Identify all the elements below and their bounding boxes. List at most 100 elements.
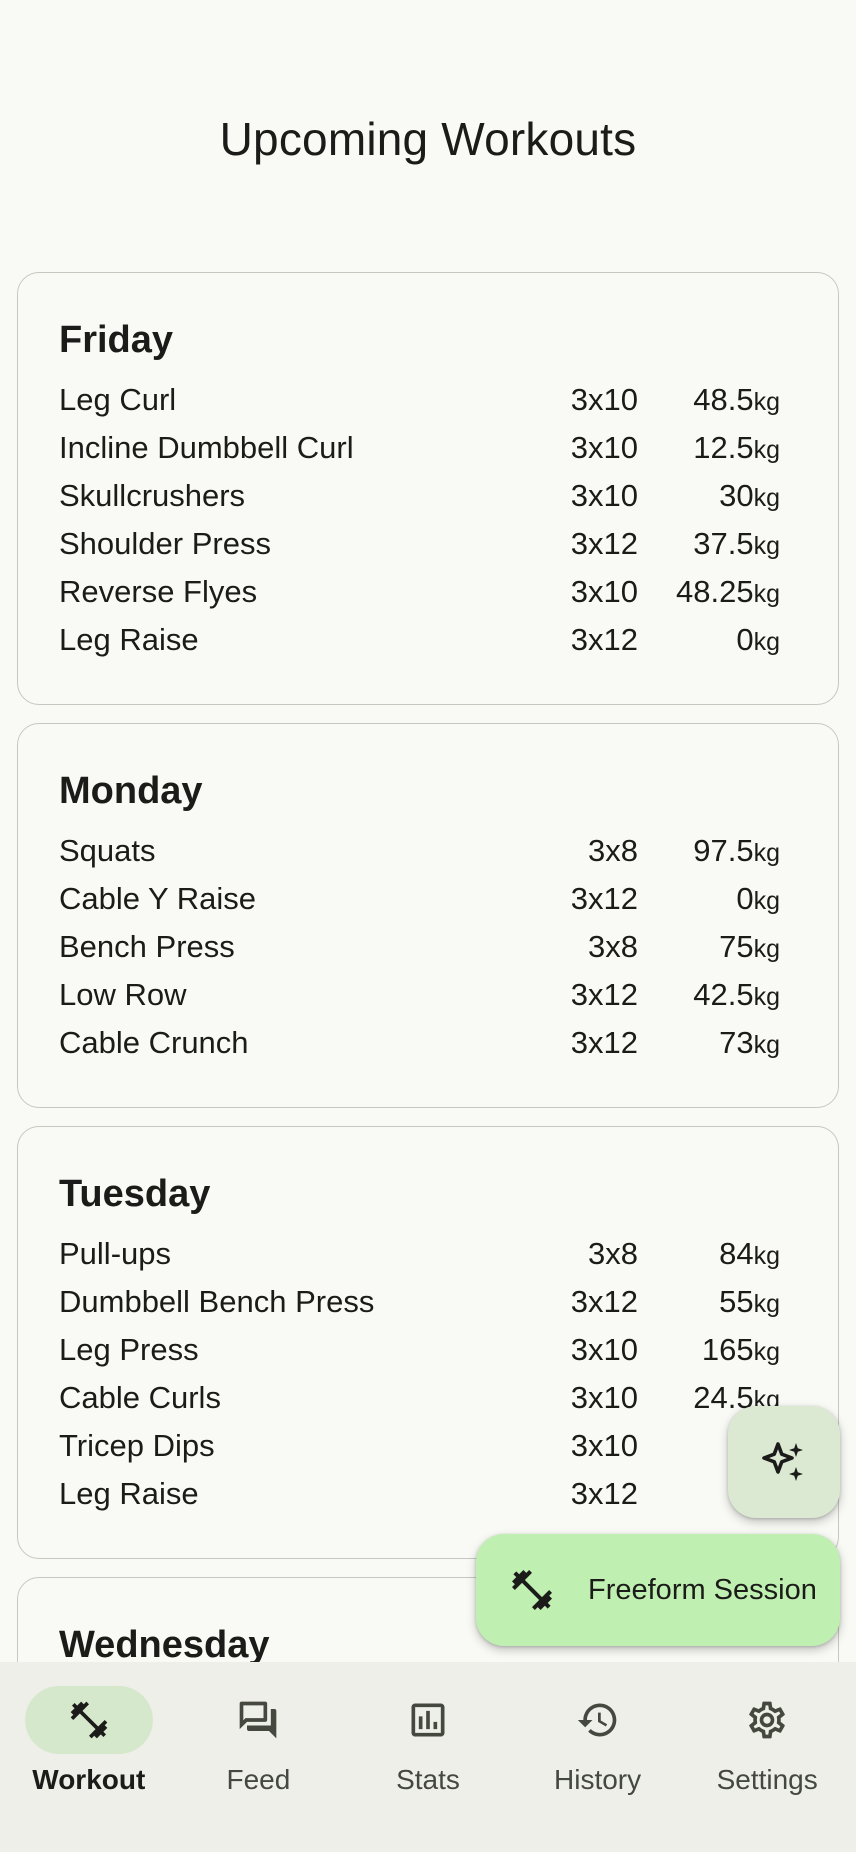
weight-unit: kg bbox=[753, 1290, 780, 1318]
exercise-sets: 3x8 bbox=[588, 833, 638, 868]
forum-icon bbox=[236, 1698, 280, 1742]
weight-unit: kg bbox=[753, 532, 780, 560]
exercise-name: Leg Press bbox=[59, 1332, 199, 1367]
weight-unit: kg bbox=[753, 839, 780, 867]
exercise-name: Squats bbox=[59, 833, 156, 868]
weight-unit: kg bbox=[753, 1031, 780, 1059]
exercise-weight: 0 bbox=[736, 622, 754, 657]
workout-day-title: Tuesday bbox=[59, 1173, 211, 1215]
exercise-weight-cell: 0kg bbox=[638, 881, 780, 917]
sparkle-icon bbox=[760, 1438, 808, 1486]
exercise-weight: 30 bbox=[719, 478, 754, 513]
exercise-row: Cable Crunch 3x12 73kg bbox=[59, 1025, 780, 1073]
workout-day-title: Monday bbox=[59, 770, 203, 812]
exercise-weight-cell: 97.5kg bbox=[638, 833, 780, 869]
freeform-session-button[interactable]: Freeform Session bbox=[476, 1534, 840, 1646]
nav-item-history[interactable]: History bbox=[513, 1662, 683, 1852]
exercise-name: Skullcrushers bbox=[59, 478, 246, 513]
exercise-weight-cell: 42.5kg bbox=[638, 977, 780, 1013]
exercise-row: Squats 3x8 97.5kg bbox=[59, 833, 780, 881]
exercise-name: Bench Press bbox=[59, 929, 235, 964]
page-title: Upcoming Workouts bbox=[219, 113, 637, 165]
exercise-name: Cable Curls bbox=[59, 1380, 221, 1415]
nav-icon-container bbox=[194, 1686, 322, 1754]
nav-label-settings: Settings bbox=[716, 1764, 818, 1795]
weight-unit: kg bbox=[753, 1242, 780, 1270]
workout-card[interactable]: Monday Squats 3x8 97.5kg Cable Y Raise 3x12 0k… bbox=[17, 723, 839, 1108]
exercise-row: Reverse Flyes 3x10 48.25kg bbox=[59, 574, 780, 622]
exercise-weight-cell: 73kg bbox=[638, 1025, 780, 1061]
exercise-weight: 55 bbox=[719, 1284, 754, 1319]
exercise-sets: 3x10 bbox=[570, 574, 638, 609]
exercise-sets: 3x8 bbox=[588, 1236, 638, 1271]
exercise-weight-cell: 48.5kg bbox=[638, 382, 780, 418]
weight-unit: kg bbox=[753, 436, 780, 464]
exercise-row: Leg Raise3x120kg bbox=[59, 1476, 780, 1524]
exercise-name: Shoulder Press bbox=[59, 526, 271, 561]
ai-assistant-button[interactable] bbox=[728, 1406, 840, 1518]
exercise-row: Leg Raise3x120kg bbox=[59, 622, 780, 670]
exercise-row: Bench Press 3x8 75kg bbox=[59, 929, 780, 977]
nav-item-feed[interactable]: Feed bbox=[174, 1662, 344, 1852]
exercise-name: Cable Y Raise bbox=[59, 881, 257, 916]
exercise-sets: 3x12 bbox=[570, 622, 638, 657]
exercise-weight: 12.5 bbox=[693, 430, 754, 465]
workout-card[interactable]: Tuesday Pull-ups 3x8 84kg Dumbbell Bench Pre… bbox=[17, 1126, 839, 1559]
nav-label-stats: Stats bbox=[396, 1764, 460, 1795]
workout-card[interactable]: Friday Leg Curl 3x10 48.5kg Incline Dumbbell… bbox=[17, 272, 839, 705]
exercise-weight-cell: 165kg bbox=[638, 1332, 780, 1368]
exercise-sets: 3x12 bbox=[570, 881, 638, 916]
exercise-name: Tricep Dips bbox=[59, 1428, 215, 1463]
nav-icon-container bbox=[534, 1686, 662, 1754]
exercise-weight-cell: 75kg bbox=[638, 929, 780, 965]
exercise-row: Leg Press 3x10 165kg bbox=[59, 1332, 780, 1380]
exercise-weight: 73 bbox=[719, 1025, 754, 1060]
exercise-weight: 75 bbox=[719, 929, 754, 964]
nav-label-workout: Workout bbox=[32, 1764, 146, 1795]
exercise-sets: 3x10 bbox=[570, 478, 638, 513]
workout-day-title: Friday bbox=[59, 319, 174, 361]
exercise-weight-cell: 48.25kg bbox=[638, 574, 780, 610]
exercise-row: Cable Curls 3x10 24.5kg bbox=[59, 1380, 780, 1428]
exercise-sets: 3x12 bbox=[570, 526, 638, 561]
weight-unit: kg bbox=[753, 887, 780, 915]
exercise-name: Low Row bbox=[59, 977, 187, 1012]
exercise-sets: 3x8 bbox=[588, 929, 638, 964]
exercise-name: Reverse Flyes bbox=[59, 574, 258, 609]
exercise-sets: 3x10 bbox=[570, 382, 638, 417]
exercise-name: Cable Crunch bbox=[59, 1025, 249, 1060]
exercise-weight: 97.5 bbox=[693, 833, 754, 868]
weight-unit: kg bbox=[753, 1338, 780, 1366]
dumbbell-icon bbox=[67, 1698, 111, 1742]
workout-list[interactable]: Friday Leg Curl 3x10 48.5kg Incline Dumbbell… bbox=[17, 272, 839, 1740]
exercise-row: Tricep Dips3x108kg bbox=[59, 1428, 780, 1476]
nav-item-settings[interactable]: Settings bbox=[682, 1662, 852, 1852]
history-icon bbox=[576, 1698, 620, 1742]
exercise-sets: 3x10 bbox=[570, 430, 638, 465]
exercise-weight-cell: 12.5kg bbox=[638, 430, 780, 466]
exercise-weight: 48.5 bbox=[693, 382, 754, 417]
exercise-weight: 0 bbox=[736, 881, 754, 916]
dumbbell-icon bbox=[508, 1566, 556, 1614]
exercise-weight-cell: 30kg bbox=[638, 478, 780, 514]
exercise-sets: 3x10 bbox=[570, 1380, 638, 1415]
weight-unit: kg bbox=[753, 628, 780, 656]
nav-active-indicator bbox=[24, 1686, 153, 1754]
workout-screen: Upcoming Workouts Friday Leg Curl 3x10 48.5… bbox=[0, 0, 856, 1852]
stats-icon bbox=[406, 1698, 450, 1742]
nav-label-history: History bbox=[554, 1764, 642, 1795]
exercise-weight-cell: 0kg bbox=[638, 622, 780, 658]
nav-item-workout[interactable]: Workout bbox=[4, 1662, 174, 1852]
weight-unit: kg bbox=[753, 983, 780, 1011]
exercise-row: Shoulder Press 3x12 37.5kg bbox=[59, 526, 780, 574]
freeform-session-label: Freeform Session bbox=[588, 1573, 817, 1606]
exercise-name: Leg Raise bbox=[59, 1476, 199, 1511]
nav-icon-container bbox=[703, 1686, 831, 1754]
weight-unit: kg bbox=[753, 484, 780, 512]
exercise-name: Pull-ups bbox=[59, 1236, 171, 1271]
gear-icon bbox=[745, 1698, 789, 1742]
exercise-name: Incline Dumbbell Curl bbox=[59, 430, 354, 465]
exercise-weight-cell: 55kg bbox=[638, 1284, 780, 1320]
exercise-row: Incline Dumbbell Curl 3x10 12.5kg bbox=[59, 430, 780, 478]
nav-item-stats[interactable]: Stats bbox=[343, 1662, 513, 1852]
